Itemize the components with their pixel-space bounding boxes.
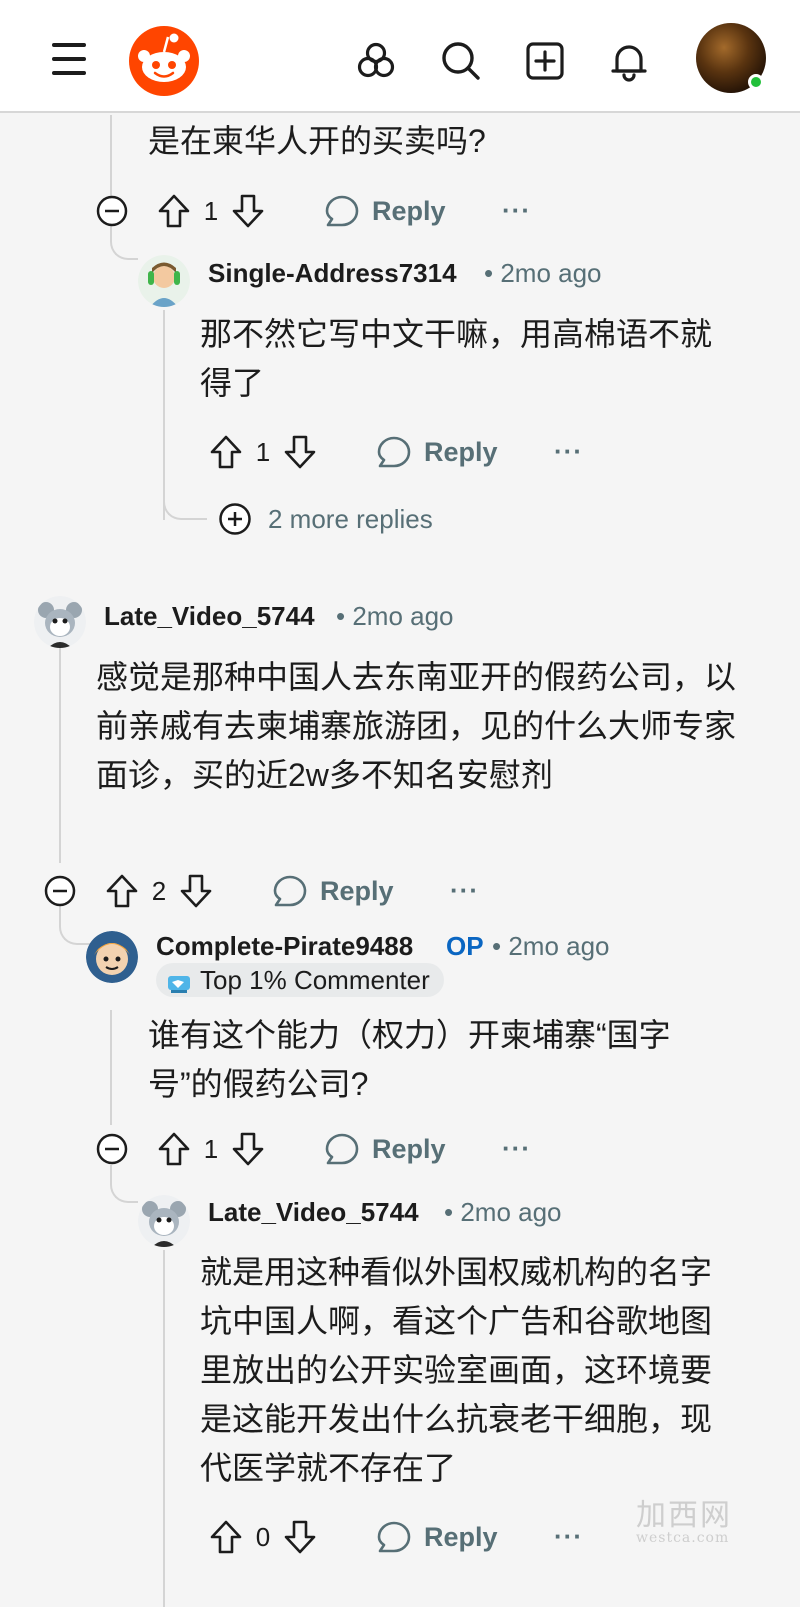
comment-username[interactable]: Complete-Pirate9488 <box>156 931 413 962</box>
comment-bubble-icon <box>322 1129 362 1169</box>
reply-label: Reply <box>372 1133 446 1164</box>
watermark-subtext: westca.com <box>636 1530 730 1546</box>
downvote-icon[interactable] <box>176 871 216 911</box>
vote-bar: 2 <box>102 869 216 913</box>
more-options-button[interactable]: ··· <box>450 875 479 906</box>
avatar[interactable] <box>138 1195 190 1247</box>
reply-button[interactable]: Reply <box>374 1517 498 1557</box>
reddit-logo[interactable] <box>128 25 200 97</box>
thread-branch <box>110 1165 138 1203</box>
thread-line <box>110 1010 112 1125</box>
vote-bar: 1 <box>206 430 320 474</box>
comment-body: 那不然它写中文干嘛，用高棉语不就得了 <box>200 316 713 401</box>
thread-branch <box>110 225 138 260</box>
collapse-thread-icon[interactable] <box>44 875 76 907</box>
op-badge: OP <box>446 931 484 961</box>
comment-bubble-icon <box>374 432 414 472</box>
expand-plus-icon <box>218 502 252 536</box>
vote-bar: 0 <box>206 1515 320 1559</box>
comment-timestamp: • 2mo ago <box>336 601 454 631</box>
reply-button[interactable]: Reply <box>322 1129 446 1169</box>
more-options-button[interactable]: ··· <box>554 1521 583 1552</box>
downvote-icon[interactable] <box>280 1517 320 1557</box>
reply-label: Reply <box>424 436 498 467</box>
notifications-bell-icon[interactable] <box>608 40 650 82</box>
collapse-thread-icon[interactable] <box>96 1133 128 1165</box>
comment-body: 感觉是那种中国人去东南亚开的假药公司，以前亲戚有去柬埔寨旅游团，见的什么大师专家… <box>96 659 737 793</box>
avatar[interactable] <box>34 596 86 648</box>
vote-score: 0 <box>255 1521 271 1552</box>
more-options-button[interactable]: ··· <box>502 195 531 226</box>
thread-line <box>59 645 61 863</box>
thread-branch <box>163 490 207 520</box>
comment-timestamp: • 2mo ago <box>492 931 610 961</box>
watermark: 加西网 westca.com <box>636 1490 732 1546</box>
watermark-text: 加西网 <box>636 1498 732 1533</box>
communities-icon[interactable] <box>355 40 397 82</box>
comment-timestamp: • 2mo ago <box>444 1197 562 1227</box>
upvote-icon[interactable] <box>206 432 246 472</box>
avatar[interactable] <box>138 255 190 307</box>
reply-button[interactable]: Reply <box>270 871 394 911</box>
comment-body: 谁有这个能力（权力）开柬埔寨“国字号”的假药公司? <box>148 1017 671 1102</box>
vote-score: 1 <box>203 1133 219 1164</box>
thread-line <box>110 115 112 200</box>
vote-bar: 1 <box>154 189 268 233</box>
user-flair: Top 1% Commenter <box>156 963 444 997</box>
upvote-icon[interactable] <box>154 191 194 231</box>
vote-score: 2 <box>151 875 167 906</box>
thread-line <box>163 310 165 520</box>
reply-label: Reply <box>320 875 394 906</box>
comment-timestamp: • 2mo ago <box>484 258 602 288</box>
downvote-icon[interactable] <box>228 191 268 231</box>
top-bar <box>0 0 800 113</box>
comment-username[interactable]: Late_Video_5744 <box>208 1197 419 1228</box>
reply-button[interactable]: Reply <box>322 191 446 231</box>
user-avatar[interactable] <box>696 23 766 93</box>
reply-button[interactable]: Reply <box>374 432 498 472</box>
more-replies-button[interactable]: 2 more replies <box>218 502 433 536</box>
more-options-button[interactable]: ··· <box>554 436 583 467</box>
vote-score: 1 <box>203 195 219 226</box>
comment-body: 就是用这种看似外国权威机构的名字坑中国人啊，看这个广告和谷歌地图里放出的公开实验… <box>200 1254 713 1486</box>
upvote-icon[interactable] <box>206 1517 246 1557</box>
comment-bubble-icon <box>322 191 362 231</box>
comment-username[interactable]: Single-Address7314 <box>208 258 457 289</box>
flair-label: Top 1% Commenter <box>200 964 430 995</box>
upvote-icon[interactable] <box>154 1129 194 1169</box>
comment-bubble-icon <box>374 1517 414 1557</box>
search-icon[interactable] <box>440 40 482 82</box>
create-post-icon[interactable] <box>524 40 566 82</box>
collapse-thread-icon[interactable] <box>96 195 128 227</box>
vote-bar: 1 <box>154 1127 268 1171</box>
online-status-dot <box>748 74 764 90</box>
hamburger-menu-icon[interactable] <box>52 43 86 75</box>
reply-label: Reply <box>372 195 446 226</box>
more-replies-label: 2 more replies <box>268 503 433 534</box>
reply-label: Reply <box>424 1521 498 1552</box>
more-options-button[interactable]: ··· <box>502 1133 531 1164</box>
vote-score: 1 <box>255 436 271 467</box>
comment-body: 是在柬华人开的买卖吗? <box>148 123 486 159</box>
downvote-icon[interactable] <box>228 1129 268 1169</box>
thread-line <box>163 1250 165 1607</box>
flair-trophy-icon <box>166 970 192 993</box>
thread-branch <box>59 905 94 945</box>
avatar[interactable] <box>86 931 138 983</box>
downvote-icon[interactable] <box>280 432 320 472</box>
comment-thread: 是在柬华人开的买卖吗? 1 Reply ··· Single-Address73… <box>0 115 800 1607</box>
comment-bubble-icon <box>270 871 310 911</box>
comment-username[interactable]: Late_Video_5744 <box>104 601 315 632</box>
upvote-icon[interactable] <box>102 871 142 911</box>
